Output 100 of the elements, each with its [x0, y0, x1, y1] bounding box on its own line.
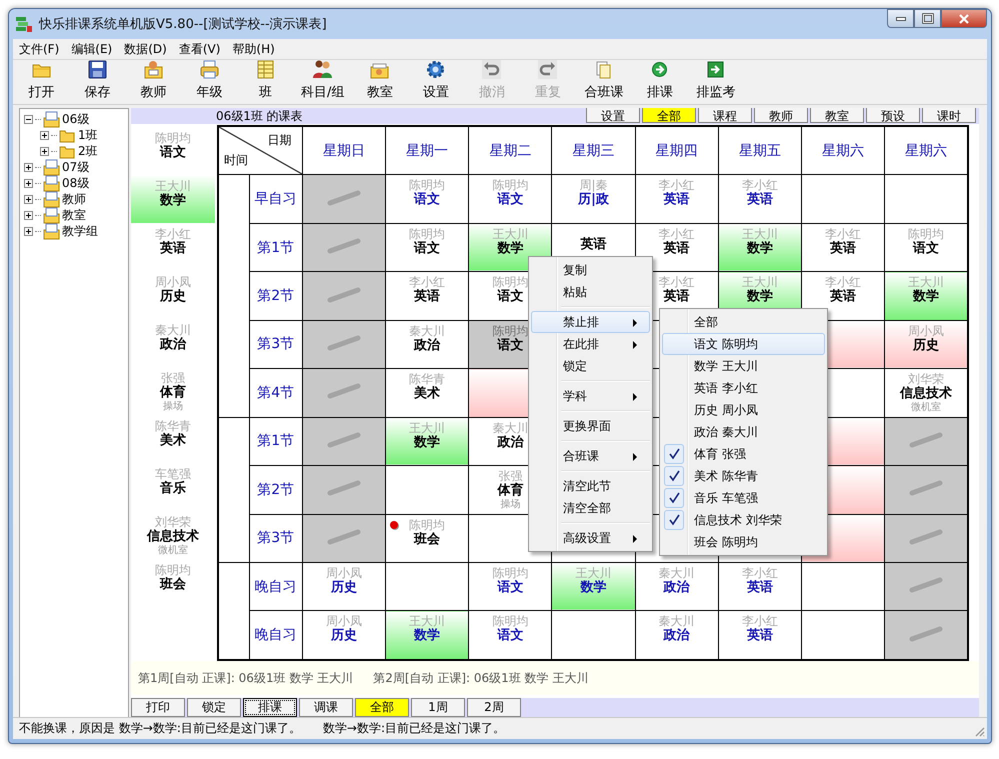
tree-item[interactable]: 06级 [62, 110, 90, 128]
course-item[interactable]: 张强 体育 操场 [131, 367, 215, 415]
menu-item[interactable]: 锁定 [531, 355, 650, 377]
menu-item[interactable]: 全部 [662, 311, 825, 333]
teacher-name: 王大川 [574, 566, 612, 580]
toolbar-button[interactable]: 设置 [411, 59, 460, 104]
menu-item[interactable]: 合班课 [531, 445, 650, 467]
tab[interactable]: 教师 [754, 108, 808, 123]
tab[interactable]: 全部 [642, 108, 696, 123]
subject-name: 历史 [330, 628, 358, 644]
tab[interactable]: 打印 [131, 698, 185, 717]
course-item[interactable]: 陈华青 美术 [131, 415, 215, 463]
schedule-title: 06级1班 的课表 [216, 108, 303, 124]
period-label: 第1节 [257, 240, 294, 256]
teacher-name: 周小凤 [907, 324, 946, 338]
toolbar-button[interactable]: 排课 [635, 59, 684, 104]
menu-item[interactable]: 学科 [531, 385, 650, 407]
close-button[interactable] [941, 9, 987, 28]
tab[interactable]: 2周 [467, 698, 521, 717]
menu-item[interactable]: 音乐 车笔强 [662, 487, 825, 509]
menu-item[interactable]: 清空全部 [531, 497, 650, 519]
toolbar-button[interactable]: 年级 [185, 59, 234, 104]
subject-name: 政治 [160, 337, 186, 353]
tree-item[interactable]: 08级 [62, 174, 90, 192]
tab[interactable]: 预设 [866, 108, 920, 123]
menu-item[interactable]: 禁止排 [531, 311, 650, 333]
course-item[interactable]: 陈明均 语文 [131, 127, 215, 175]
course-item[interactable]: 陈明均 班会 [131, 559, 215, 607]
tree-item[interactable]: 教师 [62, 190, 86, 208]
subject-name: 语文 [160, 145, 186, 161]
slash-icon [908, 480, 944, 496]
menu-item[interactable]: 高级设置 [531, 527, 650, 549]
menu-item[interactable]: 班会 陈明均 [662, 531, 825, 553]
subject-name: 语文 [412, 192, 442, 208]
menu-item[interactable]: 更换界面 [531, 415, 650, 437]
expand-icon[interactable] [40, 146, 49, 156]
tab[interactable]: 教室 [810, 108, 864, 123]
teacher-name: 陈明均 [491, 614, 530, 628]
menu-item[interactable]: 数据(D) [118, 40, 173, 58]
menu-item[interactable]: 数学 王大川 [662, 355, 825, 377]
tab[interactable]: 排课 [243, 698, 297, 717]
menu-item[interactable]: 历史 周小凤 [662, 399, 825, 421]
expand-icon[interactable] [24, 226, 33, 236]
course-item[interactable]: 车笔强 音乐 [131, 463, 215, 511]
toolbar-button[interactable]: 教师 [129, 59, 178, 104]
course-item[interactable]: 秦大川 政治 [131, 319, 215, 367]
expand-icon[interactable] [24, 162, 33, 172]
toolbar-button[interactable]: 打开 [17, 59, 66, 104]
menu-item[interactable]: 在此排 [531, 333, 650, 355]
menu-item[interactable]: 体育 张强 [662, 443, 825, 465]
toolbar-button[interactable]: 班 [241, 59, 290, 104]
expand-icon[interactable] [24, 178, 33, 188]
menu-item[interactable]: 粘贴 [531, 281, 650, 303]
toolbar-button[interactable]: 排监考 [691, 59, 740, 104]
slash-icon [326, 480, 362, 496]
tab[interactable]: 课时 [922, 108, 976, 123]
expand-icon[interactable] [24, 194, 33, 204]
tab[interactable]: 课程 [698, 108, 752, 123]
expand-icon[interactable] [24, 210, 33, 220]
teacher-name: 陈明均 [408, 178, 446, 192]
expand-icon[interactable] [40, 130, 49, 140]
tree-item[interactable]: 2班 [78, 142, 98, 160]
resize-grip-icon[interactable] [973, 725, 985, 737]
menu-item[interactable]: 英语 李小红 [662, 377, 825, 399]
menu-item[interactable]: 帮助(H) [226, 40, 281, 58]
subject-name: 语文 [496, 192, 524, 208]
slash-icon [908, 528, 944, 545]
tab[interactable]: 设置 [586, 108, 640, 123]
collapse-icon[interactable] [24, 114, 33, 124]
toolbar-button[interactable]: 保存 [73, 59, 122, 104]
tab[interactable]: 调课 [299, 698, 353, 717]
menu-item[interactable]: 查看(V) [172, 40, 226, 58]
teacher-name: 张强 [498, 469, 522, 484]
menu-item[interactable]: 美术 陈华青 [662, 465, 825, 487]
subject-name: 数学 [412, 434, 442, 451]
menu-item[interactable]: 编辑(E) [65, 40, 118, 58]
course-item[interactable]: 李小红 英语 [131, 223, 215, 271]
subject-name: 数学 [496, 240, 524, 257]
toolbar-button[interactable]: 教室 [355, 59, 404, 104]
day-heading: 星期日 [322, 142, 365, 159]
course-item[interactable]: 周小凤 历史 [131, 271, 215, 319]
menu-item[interactable]: 清空此节 [531, 475, 650, 497]
minimize-button[interactable] [887, 9, 914, 28]
menu-item[interactable]: 语文 陈明均 [662, 333, 825, 355]
tab[interactable]: 全部 [355, 698, 409, 717]
tree-item[interactable]: 1班 [78, 126, 98, 144]
tab[interactable]: 锁定 [187, 698, 241, 717]
course-item[interactable]: 刘华荣 信息技术 微机室 [131, 511, 215, 559]
tree-item[interactable]: 教室 [62, 206, 86, 224]
menu-item[interactable]: 文件(F) [13, 40, 66, 58]
toolbar-button[interactable]: 合班课 [579, 59, 628, 104]
menu-item[interactable]: 政治 秦大川 [662, 421, 825, 443]
tab[interactable]: 1周 [411, 698, 465, 717]
tree-item[interactable]: 07级 [62, 158, 90, 176]
toolbar-button[interactable]: 科目/组 [297, 59, 348, 104]
course-item[interactable]: 王大川 数学 [131, 175, 215, 223]
tree-item[interactable]: 教学组 [62, 222, 98, 240]
menu-item[interactable]: 信息技术 刘华荣 [662, 509, 825, 531]
menu-item[interactable]: 复制 [531, 259, 650, 281]
maximize-button[interactable] [914, 9, 941, 28]
